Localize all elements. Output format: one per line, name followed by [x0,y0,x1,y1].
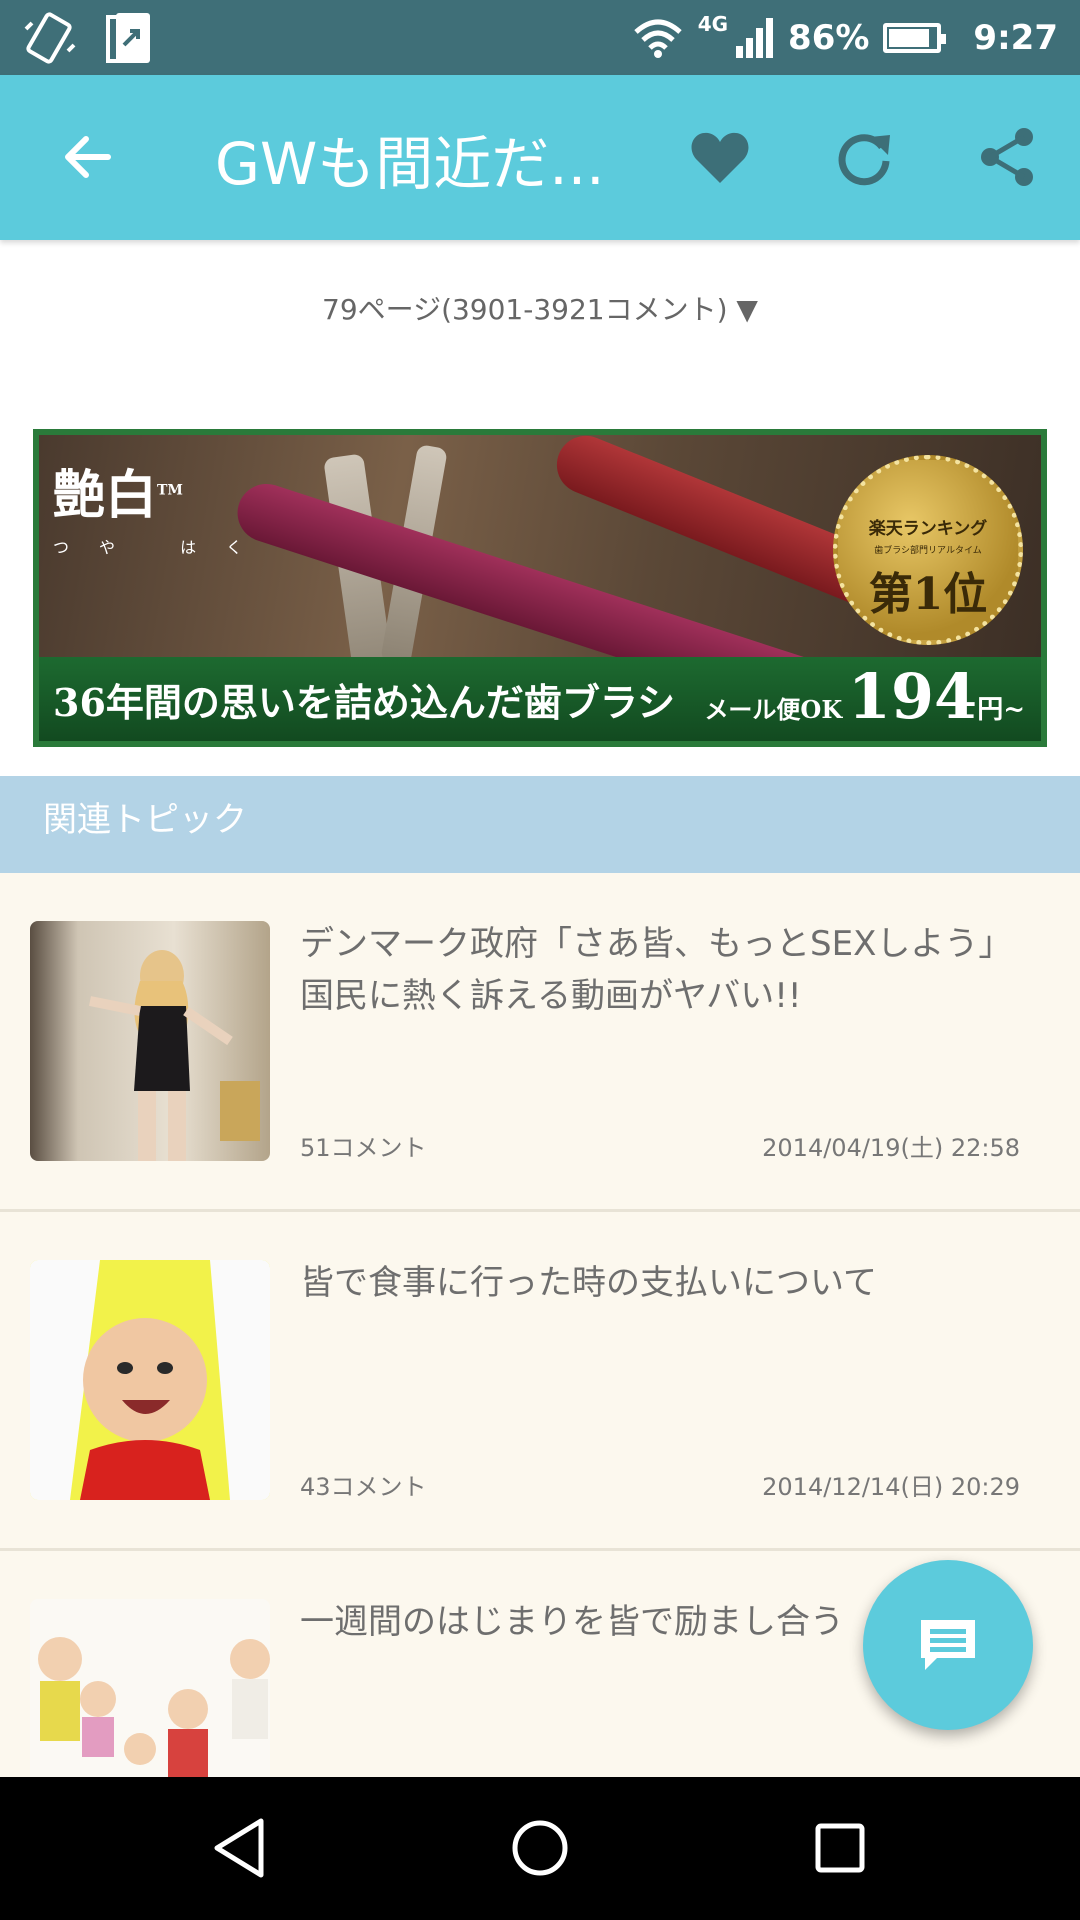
status-bar: 4G 86% 9:27 [0,0,1080,75]
signal-icon [736,17,774,58]
comment-count: 51コメント [300,1134,427,1162]
clock: 9:27 [973,17,1058,58]
topic-title: デンマーク政府「さあ皆、もっとSEXしよう」 国民に熱く訴える動画がヤバい!! [300,924,1030,1016]
page-selector-dropdown[interactable]: 79ページ(3901-3921コメント) ▼ [0,288,1080,328]
app-bar: GWも間近だ... [0,75,1080,240]
list-item[interactable]: 皆で食事に行った時の支払いについて 43コメント 2014/12/14(日) 2… [0,1212,1080,1551]
refresh-icon[interactable] [832,125,896,189]
topic-title: 皆で食事に行った時の支払いについて [300,1263,877,1303]
comment-icon [921,1620,975,1670]
battery-percent: 86% [788,17,870,58]
screenshot-icon [100,8,162,68]
comment-count: 43コメント [300,1473,427,1501]
topic-thumbnail [30,1599,270,1777]
wifi-icon [634,19,682,58]
topic-date: 2014/12/14(日) 20:29 [762,1473,1020,1501]
recents-square-icon[interactable] [805,1813,875,1883]
back-triangle-icon[interactable] [205,1813,275,1883]
system-nav-bar [0,1777,1080,1920]
list-item[interactable]: デンマーク政府「さあ皆、もっとSEXしよう」 国民に熱く訴える動画がヤバい!! … [0,873,1080,1212]
screen-rotate-icon [20,8,82,68]
network-type: 4G [697,11,729,36]
topic-thumbnail [30,921,270,1161]
home-circle-icon[interactable] [505,1813,575,1883]
ad-tagline: 36年間の思いを詰め込んだ歯ブラシ [53,680,676,725]
arrow-left-icon[interactable] [56,125,120,189]
ranking-medal: 楽天ランキング 歯ブラシ部門リアルタイム 第1位 [833,455,1023,645]
ad-price: メール便OK 194円~ [704,660,1025,733]
heart-icon[interactable] [688,125,752,189]
ad-banner[interactable]: 艶白TM つや はく 楽天ランキング 歯ブラシ部門リアルタイム 第1位 36年間… [33,429,1047,747]
page-title: GWも間近だ... [215,130,605,198]
related-topics-heading: 関連トピック [0,776,1080,873]
battery-icon [883,22,947,53]
ad-brand-logo: 艶白TM つや はく [53,465,273,557]
topic-date: 2014/04/19(土) 22:58 [762,1134,1020,1162]
comment-fab[interactable] [863,1560,1033,1730]
topic-thumbnail [30,1260,270,1500]
share-icon[interactable] [976,125,1040,189]
